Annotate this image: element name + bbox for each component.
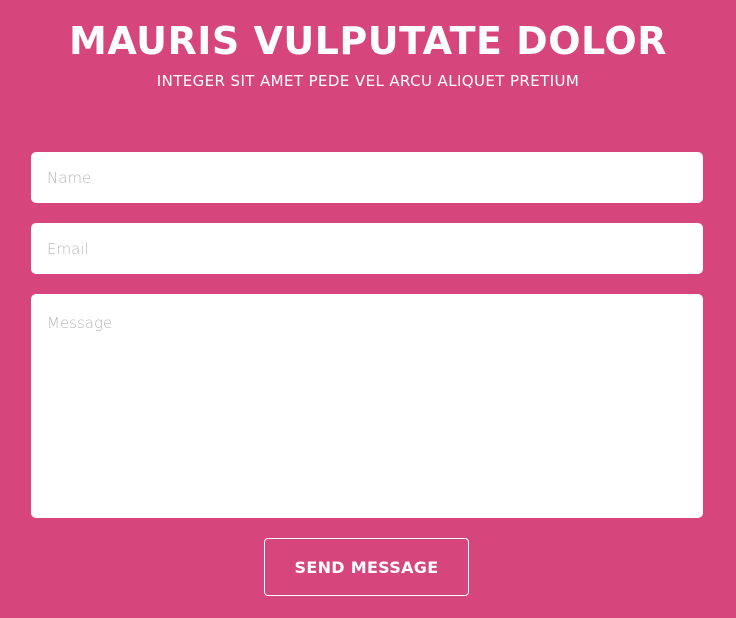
name-input[interactable] bbox=[31, 152, 703, 203]
contact-page: MAURIS VULPUTATE DOLOR INTEGER SIT AMET … bbox=[0, 0, 736, 618]
email-input[interactable] bbox=[31, 223, 703, 274]
contact-form: SEND MESSAGE bbox=[31, 152, 703, 598]
message-textarea[interactable] bbox=[31, 294, 703, 518]
page-subtitle: INTEGER SIT AMET PEDE VEL ARCU ALIQUET P… bbox=[156, 72, 580, 90]
page-title: MAURIS VULPUTATE DOLOR bbox=[69, 19, 667, 63]
send-message-button[interactable]: SEND MESSAGE bbox=[264, 538, 469, 596]
